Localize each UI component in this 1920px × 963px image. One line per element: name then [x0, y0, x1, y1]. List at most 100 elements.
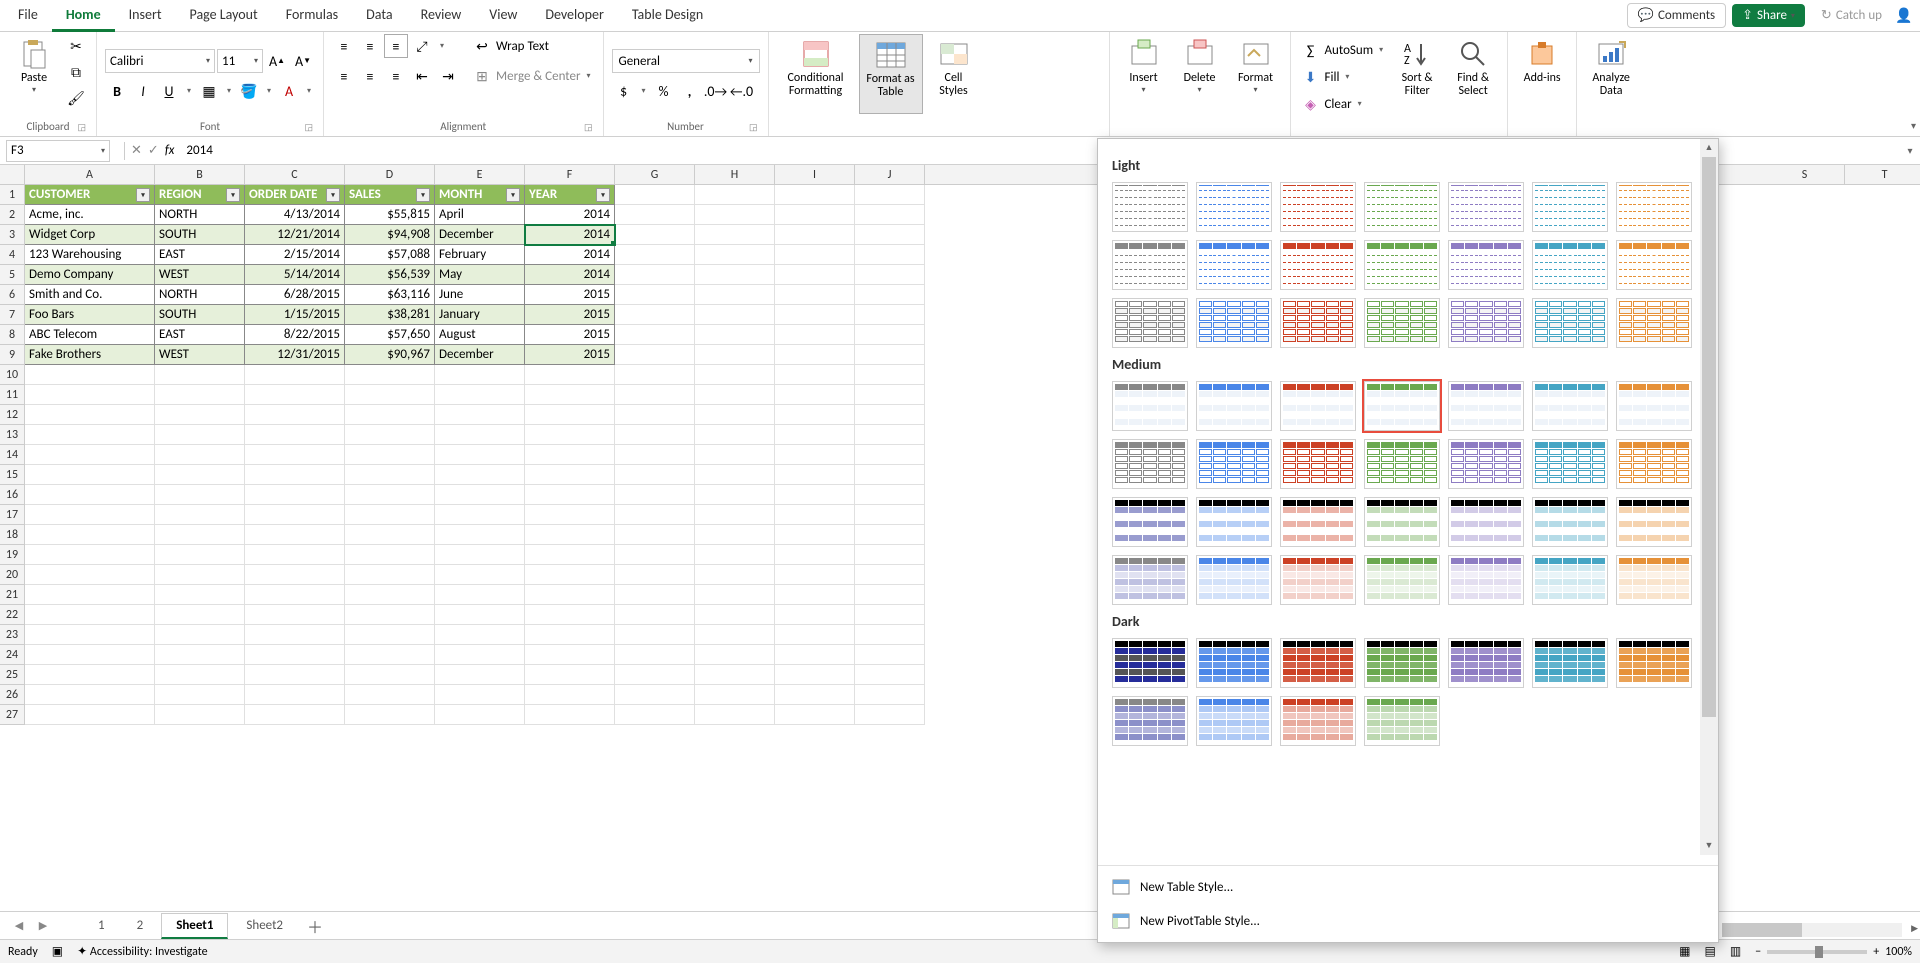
cell[interactable]	[435, 405, 525, 425]
cell[interactable]	[435, 705, 525, 725]
menu-tab-review[interactable]: Review	[407, 0, 476, 32]
sort-filter-button[interactable]: AZSort & Filter	[1391, 34, 1443, 114]
cell[interactable]: YEAR▾	[525, 185, 615, 205]
cell[interactable]	[155, 685, 245, 705]
font-name-combo[interactable]: Calibri▾	[105, 49, 215, 73]
zoom-slider[interactable]	[1767, 950, 1867, 954]
table-style-swatch[interactable]	[1364, 298, 1440, 348]
new-pivottable-style-button[interactable]: New PivotTable Style...	[1098, 904, 1718, 938]
cell[interactable]	[855, 645, 925, 665]
cell[interactable]	[245, 365, 345, 385]
bold-button[interactable]: B	[105, 79, 129, 103]
cell[interactable]	[695, 685, 775, 705]
decrease-decimal-button[interactable]: ←.0	[730, 79, 754, 103]
column-header[interactable]: I	[775, 165, 855, 184]
cell[interactable]	[615, 305, 695, 325]
table-style-swatch[interactable]	[1448, 439, 1524, 489]
cell[interactable]: $55,815	[345, 205, 435, 225]
cell[interactable]	[775, 425, 855, 445]
cell[interactable]: $56,539	[345, 265, 435, 285]
cell[interactable]	[345, 665, 435, 685]
column-header[interactable]: E	[435, 165, 525, 184]
cell[interactable]	[345, 545, 435, 565]
cell[interactable]	[155, 425, 245, 445]
cell[interactable]	[775, 505, 855, 525]
cell[interactable]: $57,088	[345, 245, 435, 265]
cell[interactable]	[615, 485, 695, 505]
insert-button[interactable]: Insert▾	[1118, 34, 1170, 114]
cell[interactable]: Smith and Co.	[25, 285, 155, 305]
cell[interactable]	[525, 365, 615, 385]
table-style-swatch[interactable]	[1112, 638, 1188, 688]
table-style-swatch[interactable]	[1364, 696, 1440, 746]
filter-dropdown-icon[interactable]: ▾	[506, 188, 520, 202]
cell[interactable]	[245, 525, 345, 545]
cell[interactable]	[155, 465, 245, 485]
menu-tab-formulas[interactable]: Formulas	[272, 0, 352, 32]
expand-formula-bar-button[interactable]: ▾	[1900, 144, 1920, 157]
scroll-thumb[interactable]	[1702, 157, 1716, 717]
find-select-button[interactable]: Find & Select	[1447, 34, 1499, 114]
cell[interactable]	[245, 485, 345, 505]
cell[interactable]: Widget Corp	[25, 225, 155, 245]
cell[interactable]	[345, 645, 435, 665]
cell[interactable]	[525, 525, 615, 545]
cell[interactable]: Acme, inc.	[25, 205, 155, 225]
chevron-down-icon[interactable]: ▾	[303, 86, 315, 96]
cell[interactable]	[435, 565, 525, 585]
cell[interactable]: Demo Company	[25, 265, 155, 285]
table-style-swatch[interactable]	[1532, 497, 1608, 547]
menu-tab-data[interactable]: Data	[352, 0, 406, 32]
cell[interactable]: 6/28/2015	[245, 285, 345, 305]
cell[interactable]	[345, 565, 435, 585]
cell[interactable]: MONTH▾	[435, 185, 525, 205]
cell[interactable]	[155, 525, 245, 545]
cell[interactable]	[155, 705, 245, 725]
cell[interactable]	[155, 605, 245, 625]
row-header[interactable]: 24	[0, 645, 24, 665]
cell[interactable]	[25, 665, 155, 685]
cell[interactable]: WEST	[155, 265, 245, 285]
filter-dropdown-icon[interactable]: ▾	[596, 188, 610, 202]
cell[interactable]	[775, 325, 855, 345]
menu-tab-developer[interactable]: Developer	[531, 0, 617, 32]
cell[interactable]: NORTH	[155, 285, 245, 305]
cell[interactable]: 2015	[525, 345, 615, 365]
table-style-swatch[interactable]	[1112, 381, 1188, 431]
cell[interactable]	[615, 205, 695, 225]
cell[interactable]: 8/22/2015	[245, 325, 345, 345]
cell[interactable]	[245, 445, 345, 465]
table-style-swatch[interactable]	[1112, 497, 1188, 547]
zoom-slider-thumb[interactable]	[1815, 946, 1823, 958]
cell[interactable]	[25, 605, 155, 625]
cell[interactable]	[855, 605, 925, 625]
table-style-swatch[interactable]	[1196, 439, 1272, 489]
cell[interactable]	[775, 525, 855, 545]
cell[interactable]	[25, 365, 155, 385]
cell[interactable]	[345, 685, 435, 705]
cell[interactable]	[615, 625, 695, 645]
sheet-view-tab[interactable]: 2	[123, 914, 158, 937]
row-header[interactable]: 13	[0, 425, 24, 445]
cell[interactable]	[245, 545, 345, 565]
cell[interactable]	[25, 485, 155, 505]
cell[interactable]	[525, 405, 615, 425]
table-style-swatch[interactable]	[1448, 497, 1524, 547]
cell[interactable]	[775, 285, 855, 305]
cell[interactable]	[25, 625, 155, 645]
cell[interactable]	[695, 445, 775, 465]
decrease-font-button[interactable]: A▼	[291, 49, 315, 73]
scroll-up-icon[interactable]: ▲	[1700, 139, 1718, 157]
comments-button[interactable]: 💬 Comments	[1627, 3, 1726, 28]
accounting-button[interactable]: $	[612, 79, 636, 103]
enter-icon[interactable]: ✓	[148, 143, 159, 158]
cell[interactable]	[775, 365, 855, 385]
cut-button[interactable]: ✂	[64, 34, 88, 58]
view-normal-button[interactable]: ▦	[1679, 944, 1690, 959]
table-style-swatch[interactable]	[1448, 182, 1524, 232]
table-style-swatch[interactable]	[1196, 638, 1272, 688]
cell[interactable]	[155, 545, 245, 565]
font-size-combo[interactable]: 11▾	[217, 49, 263, 73]
table-style-swatch[interactable]	[1280, 240, 1356, 290]
cell[interactable]	[695, 365, 775, 385]
